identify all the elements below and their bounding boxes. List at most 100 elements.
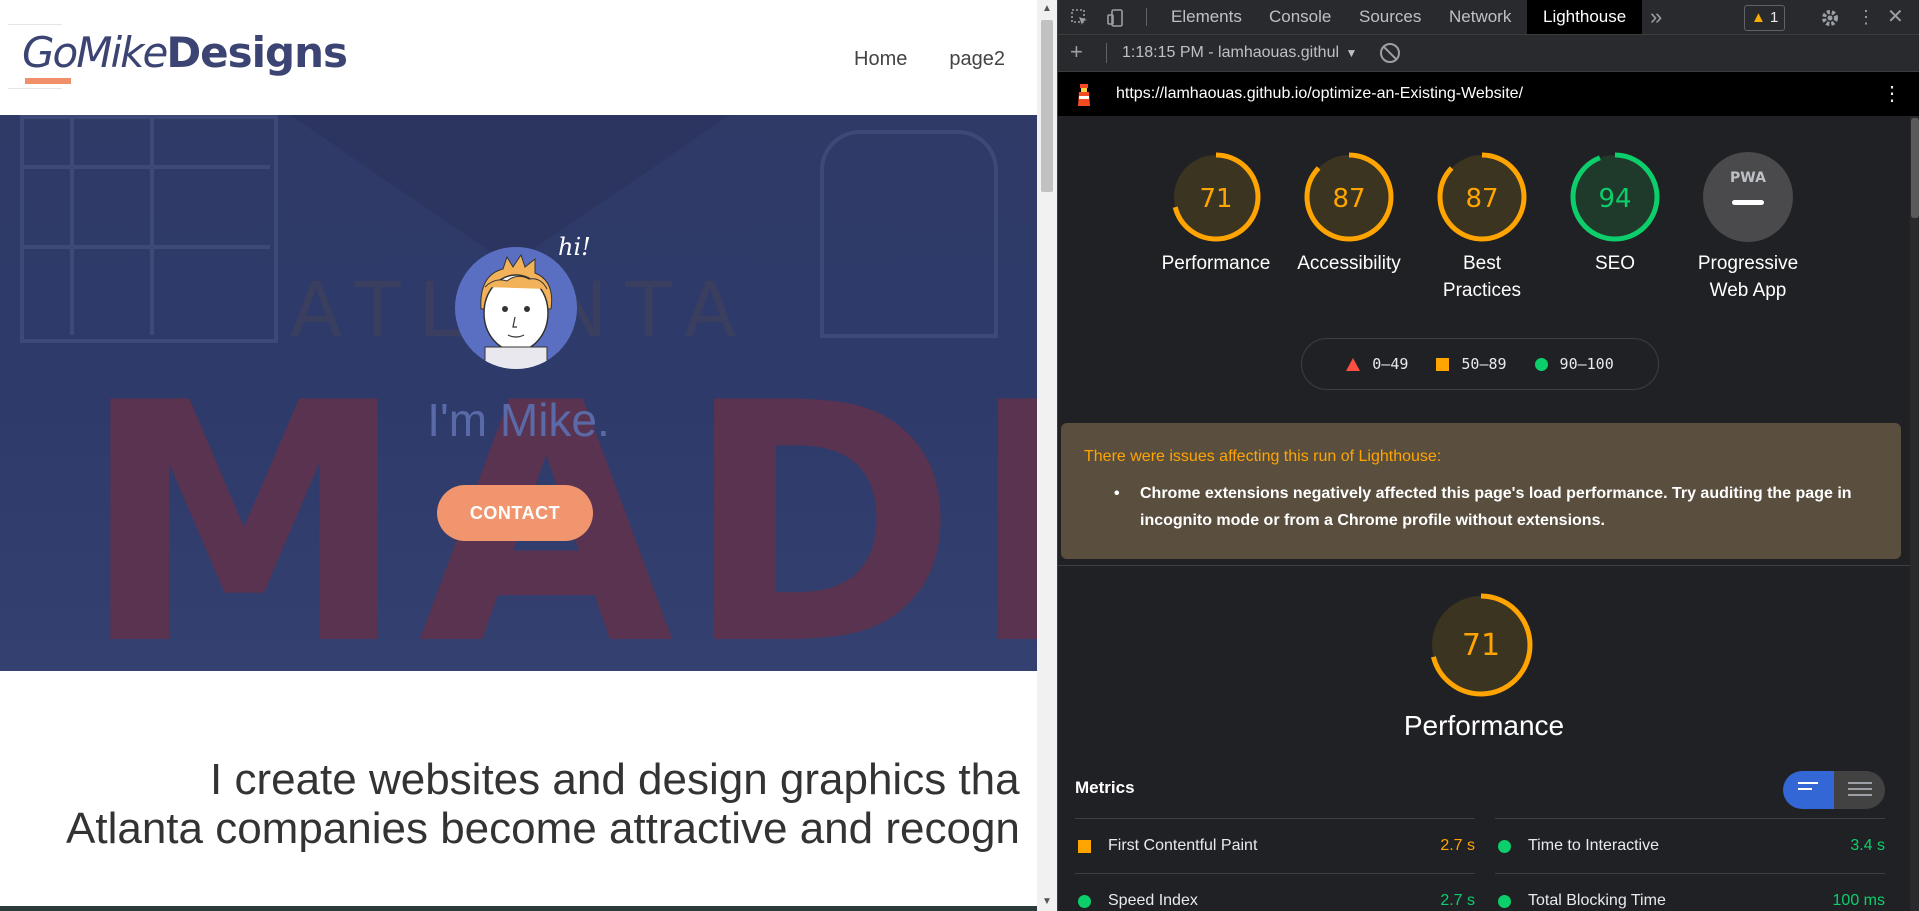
- metric-row: First Contentful Paint 2.7 s: [1075, 818, 1475, 874]
- fail-triangle-icon: [1346, 357, 1361, 371]
- site-header: GoMikeDesigns Home page2: [0, 0, 1037, 115]
- legend-item-average: 50–89: [1436, 355, 1507, 373]
- lighthouse-report: 71 Performance 87 Accessibility 87 Best …: [1058, 116, 1910, 911]
- pwa-badge-text: PWA: [1730, 170, 1766, 186]
- site-nav: Home page2: [854, 48, 1005, 71]
- warning-triangle-icon: ▲: [1751, 9, 1766, 26]
- gauge-best-practices[interactable]: 87 Best Practices: [1415, 152, 1549, 304]
- audited-url: https://lamhaouas.github.io/optimize-an-…: [1116, 85, 1524, 102]
- more-tabs-icon[interactable]: »: [1650, 0, 1662, 34]
- detailed-view-icon[interactable]: [1848, 782, 1872, 800]
- gauge-score: 87: [1332, 184, 1365, 214]
- device-toolbar-icon[interactable]: [1106, 0, 1126, 34]
- contact-button[interactable]: CONTACT: [437, 485, 593, 541]
- metric-value: 3.4 s: [1850, 837, 1885, 854]
- webpage-viewport: GoMikeDesigns Home page2 ATLANTA MADE hi…: [0, 0, 1037, 911]
- site-logo[interactable]: GoMikeDesigns: [8, 24, 348, 89]
- run-warnings-title: There were issues affecting this run of …: [1084, 448, 1442, 465]
- logo-underline: [25, 78, 71, 84]
- pass-circle-icon: [1498, 895, 1511, 908]
- report-selector[interactable]: 1:18:15 PM - lamhaouas.githul ▼: [1122, 35, 1357, 71]
- logo-divider-top: [8, 24, 62, 25]
- report-scrollbar[interactable]: [1910, 116, 1919, 911]
- legend-label: 50–89: [1461, 355, 1507, 373]
- hero-section: ATLANTA MADE hi! I'm Mike. CONTACT: [0, 115, 1037, 671]
- gauge-pwa[interactable]: PWA Progressive Web App: [1681, 152, 1815, 304]
- pass-circle-icon: [1534, 357, 1548, 371]
- performance-gauge[interactable]: 71: [1428, 592, 1534, 698]
- tab-console[interactable]: Console: [1269, 0, 1331, 34]
- warning-count: 1: [1770, 9, 1779, 26]
- score-legend: 0–49 50–89 90–100: [1301, 338, 1659, 390]
- metric-value: 2.7 s: [1440, 892, 1475, 909]
- tab-sources[interactable]: Sources: [1359, 0, 1421, 34]
- gauge-accessibility[interactable]: 87 Accessibility: [1282, 152, 1416, 277]
- metric-value: 100 ms: [1832, 892, 1885, 909]
- intro-line-2: Atlanta companies become attractive and …: [66, 804, 1020, 853]
- page-scrollbar[interactable]: ▲ ▼: [1037, 0, 1057, 911]
- gauge-label: Accessibility: [1297, 253, 1401, 274]
- tabbar-separator: [1146, 8, 1147, 26]
- metrics-view-toggle[interactable]: [1783, 771, 1885, 809]
- performance-heading: Performance: [1403, 710, 1565, 741]
- devtools-tabbar: Elements Console Sources Network Lightho…: [1058, 0, 1919, 35]
- metric-name: Speed Index: [1108, 892, 1198, 909]
- logo-text-designs: Designs: [166, 28, 348, 77]
- settings-gear-icon[interactable]: [1820, 0, 1840, 34]
- page-scroll-thumb[interactable]: [1041, 20, 1053, 192]
- scroll-up-arrow-icon[interactable]: ▲: [1037, 0, 1057, 18]
- pass-circle-icon: [1498, 840, 1511, 853]
- toolbar-separator: [1106, 43, 1107, 63]
- tab-network[interactable]: Network: [1449, 0, 1511, 34]
- gauge-label: Best Practices: [1442, 253, 1522, 301]
- warnings-badge[interactable]: ▲ 1: [1744, 5, 1786, 31]
- gauge-ring: 94: [1570, 152, 1660, 242]
- summary-view-icon: [1798, 782, 1818, 794]
- hero-bg-window: [150, 115, 156, 335]
- report-menu-icon[interactable]: ⋮: [1882, 82, 1902, 106]
- scroll-down-arrow-icon[interactable]: ▼: [1037, 893, 1057, 911]
- gauge-label: Performance: [1161, 253, 1271, 274]
- tab-lighthouse[interactable]: Lighthouse: [1527, 0, 1643, 34]
- nav-link-page2[interactable]: page2: [949, 48, 1005, 71]
- clear-reports-icon[interactable]: [1380, 43, 1400, 63]
- metric-row: Speed Index 2.7 s: [1075, 873, 1475, 911]
- run-warnings-box: There were issues affecting this run of …: [1061, 423, 1901, 559]
- lighthouse-url-bar: https://lamhaouas.github.io/optimize-an-…: [1058, 72, 1919, 116]
- hero-bg-window: [70, 115, 76, 335]
- average-square-icon: [1078, 840, 1091, 853]
- intro-line-1: I create websites and design graphics th…: [210, 755, 1020, 804]
- tab-elements[interactable]: Elements: [1171, 0, 1242, 34]
- gauge-score: 71: [1199, 184, 1232, 214]
- metric-name: Time to Interactive: [1528, 837, 1660, 854]
- hero-bg-roof: [290, 115, 730, 265]
- hero-bg-window: [20, 245, 270, 251]
- gauge-ring: 87: [1437, 152, 1527, 242]
- new-report-plus-icon[interactable]: +: [1070, 39, 1083, 65]
- hero-title: I'm Mike.: [427, 394, 610, 446]
- metric-row: Total Blocking Time 100 ms: [1495, 873, 1885, 911]
- pass-circle-icon: [1078, 895, 1091, 908]
- gauge-label: SEO: [1594, 253, 1636, 274]
- avatar: [455, 247, 577, 369]
- metric-name: First Contentful Paint: [1108, 837, 1258, 854]
- logo-text-gomike: GoMike: [22, 28, 168, 77]
- report-selector-value: 1:18:15 PM - lamhaouas.githul: [1122, 44, 1340, 61]
- hero-bg-window: [20, 115, 278, 343]
- report-scroll-thumb[interactable]: [1911, 118, 1919, 218]
- section-divider: [1058, 565, 1910, 566]
- gauge-seo[interactable]: 94 SEO: [1548, 152, 1682, 277]
- metric-name: Total Blocking Time: [1528, 892, 1666, 909]
- logo-divider-bottom: [8, 88, 62, 89]
- close-devtools-icon[interactable]: ✕: [1887, 0, 1904, 34]
- inspect-element-icon[interactable]: [1070, 0, 1090, 34]
- gauge-ring: 71: [1171, 152, 1261, 242]
- legend-label: 0–49: [1372, 355, 1409, 373]
- customize-menu-icon[interactable]: ⋮: [1857, 0, 1875, 34]
- hi-speech-text: hi!: [558, 233, 591, 261]
- nav-link-home[interactable]: Home: [854, 48, 907, 71]
- gauge-performance[interactable]: 71 Performance: [1149, 152, 1283, 277]
- gauge-label: Progressive Web App: [1697, 253, 1799, 301]
- legend-label: 90–100: [1559, 355, 1614, 373]
- lighthouse-logo-icon: [1078, 84, 1090, 106]
